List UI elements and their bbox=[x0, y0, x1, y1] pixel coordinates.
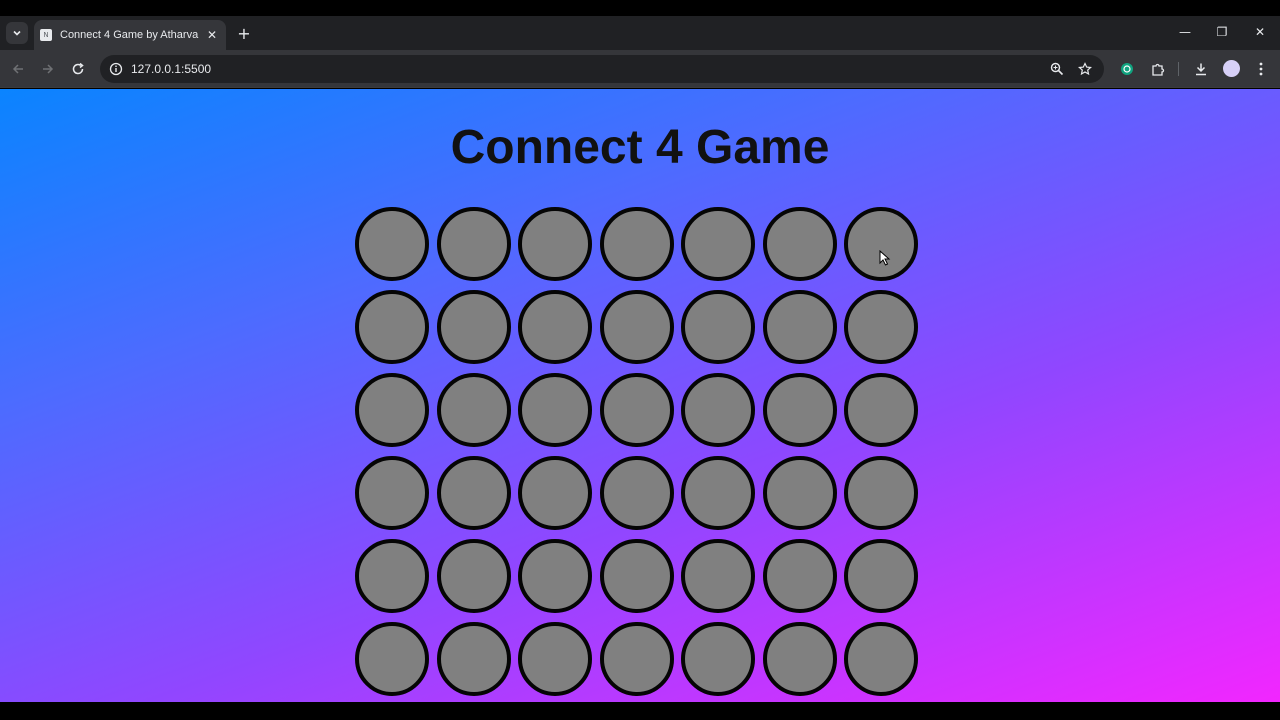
puzzle-icon bbox=[1151, 63, 1164, 76]
board-cell-r3-c3[interactable] bbox=[518, 373, 592, 447]
board-cell-r4-c5[interactable] bbox=[681, 456, 755, 530]
board-cell-r1-c3[interactable] bbox=[518, 207, 592, 281]
board-cell-r3-c2[interactable] bbox=[436, 373, 511, 447]
board-cell-r2-c5[interactable] bbox=[681, 290, 755, 364]
new-tab-button[interactable]: + bbox=[234, 23, 254, 43]
board-cell-r3-c7[interactable] bbox=[844, 373, 918, 447]
game-board bbox=[355, 207, 921, 696]
board-cell-r5-c1[interactable] bbox=[355, 539, 429, 613]
board-cell-r6-c4[interactable] bbox=[599, 622, 674, 696]
address-bar[interactable]: 127.0.0.1:5500 bbox=[100, 55, 1104, 83]
board-cell-r1-c5[interactable] bbox=[681, 207, 755, 281]
kebab-menu-icon bbox=[1259, 62, 1263, 76]
star-icon bbox=[1078, 62, 1092, 76]
extension-icon bbox=[1121, 63, 1133, 75]
avatar[interactable] bbox=[1223, 60, 1240, 77]
site-info-button[interactable] bbox=[108, 61, 124, 77]
chevron-down-icon bbox=[13, 30, 21, 36]
board-cell-r4-c6[interactable] bbox=[762, 456, 837, 530]
screen-top-bar bbox=[0, 0, 1280, 16]
arrow-left-icon bbox=[12, 64, 23, 74]
browser-tab-active[interactable]: N Connect 4 Game by Atharva ✕ bbox=[34, 20, 226, 50]
page-viewport: Connect 4 Game bbox=[0, 89, 1280, 702]
toolbar-separator bbox=[1178, 62, 1179, 76]
restore-window-button[interactable]: ❐ bbox=[1210, 22, 1234, 42]
browser-menu-button[interactable] bbox=[1251, 59, 1271, 79]
board-cell-r2-c3[interactable] bbox=[518, 290, 592, 364]
tab-search-button[interactable] bbox=[6, 22, 28, 44]
board-cell-r2-c6[interactable] bbox=[762, 290, 837, 364]
board-cell-r2-c4[interactable] bbox=[599, 290, 674, 364]
board-cell-r4-c2[interactable] bbox=[436, 456, 511, 530]
browser-toolbar: 127.0.0.1:5500 bbox=[0, 50, 1280, 88]
board-cell-r4-c3[interactable] bbox=[518, 456, 592, 530]
close-tab-icon[interactable]: ✕ bbox=[204, 27, 220, 43]
board-cell-r5-c3[interactable] bbox=[518, 539, 592, 613]
downloads-button[interactable] bbox=[1191, 59, 1211, 79]
forward-button[interactable] bbox=[37, 58, 59, 80]
board-cell-r1-c1[interactable] bbox=[355, 207, 429, 281]
bookmark-button[interactable] bbox=[1076, 60, 1094, 78]
board-cell-r6-c2[interactable] bbox=[436, 622, 511, 696]
mouse-cursor-icon bbox=[879, 250, 891, 266]
board-cell-r1-c6[interactable] bbox=[762, 207, 837, 281]
zoom-icon bbox=[1050, 62, 1064, 76]
board-cell-r4-c4[interactable] bbox=[599, 456, 674, 530]
extension-button[interactable] bbox=[1117, 59, 1137, 79]
browser-tab-bar: N Connect 4 Game by Atharva ✕ + — ❐ ✕ bbox=[0, 16, 1280, 50]
close-window-button[interactable]: ✕ bbox=[1248, 22, 1272, 42]
board-cell-r6-c3[interactable] bbox=[518, 622, 592, 696]
board-cell-r3-c6[interactable] bbox=[762, 373, 837, 447]
board-cell-r5-c5[interactable] bbox=[681, 539, 755, 613]
zoom-button[interactable] bbox=[1048, 60, 1066, 78]
extensions-menu-button[interactable] bbox=[1148, 59, 1168, 79]
minimize-window-button[interactable]: — bbox=[1173, 22, 1197, 42]
board-cell-r6-c1[interactable] bbox=[355, 622, 429, 696]
board-cell-r2-c1[interactable] bbox=[355, 290, 429, 364]
board-cell-r4-c7[interactable] bbox=[844, 456, 918, 530]
arrow-right-icon bbox=[43, 64, 54, 74]
board-cell-r1-c2[interactable] bbox=[436, 207, 511, 281]
back-button[interactable] bbox=[7, 58, 29, 80]
board-cell-r3-c1[interactable] bbox=[355, 373, 429, 447]
tab-title: Connect 4 Game by Atharva bbox=[60, 29, 199, 41]
board-cell-r6-c5[interactable] bbox=[681, 622, 755, 696]
reload-icon bbox=[72, 62, 84, 75]
url-text: 127.0.0.1:5500 bbox=[131, 62, 212, 76]
download-icon bbox=[1196, 63, 1206, 76]
board-cell-r6-c6[interactable] bbox=[762, 622, 837, 696]
board-cell-r4-c1[interactable] bbox=[355, 456, 429, 530]
board-cell-r5-c7[interactable] bbox=[844, 539, 918, 613]
favicon-icon: N bbox=[40, 29, 52, 41]
board-cell-r5-c4[interactable] bbox=[599, 539, 674, 613]
board-cell-r2-c2[interactable] bbox=[436, 290, 511, 364]
board-cell-r1-c4[interactable] bbox=[599, 207, 674, 281]
board-cell-r3-c4[interactable] bbox=[599, 373, 674, 447]
board-cell-r1-c7[interactable] bbox=[844, 207, 918, 281]
page-title: Connect 4 Game bbox=[450, 121, 830, 174]
board-cell-r2-c7[interactable] bbox=[844, 290, 918, 364]
board-cell-r5-c2[interactable] bbox=[436, 539, 511, 613]
info-icon bbox=[109, 62, 123, 76]
board-cell-r6-c7[interactable] bbox=[844, 622, 918, 696]
board-cell-r3-c5[interactable] bbox=[681, 373, 755, 447]
board-cell-r5-c6[interactable] bbox=[762, 539, 837, 613]
reload-button[interactable] bbox=[67, 58, 89, 80]
screen-bottom-bar bbox=[0, 702, 1280, 720]
